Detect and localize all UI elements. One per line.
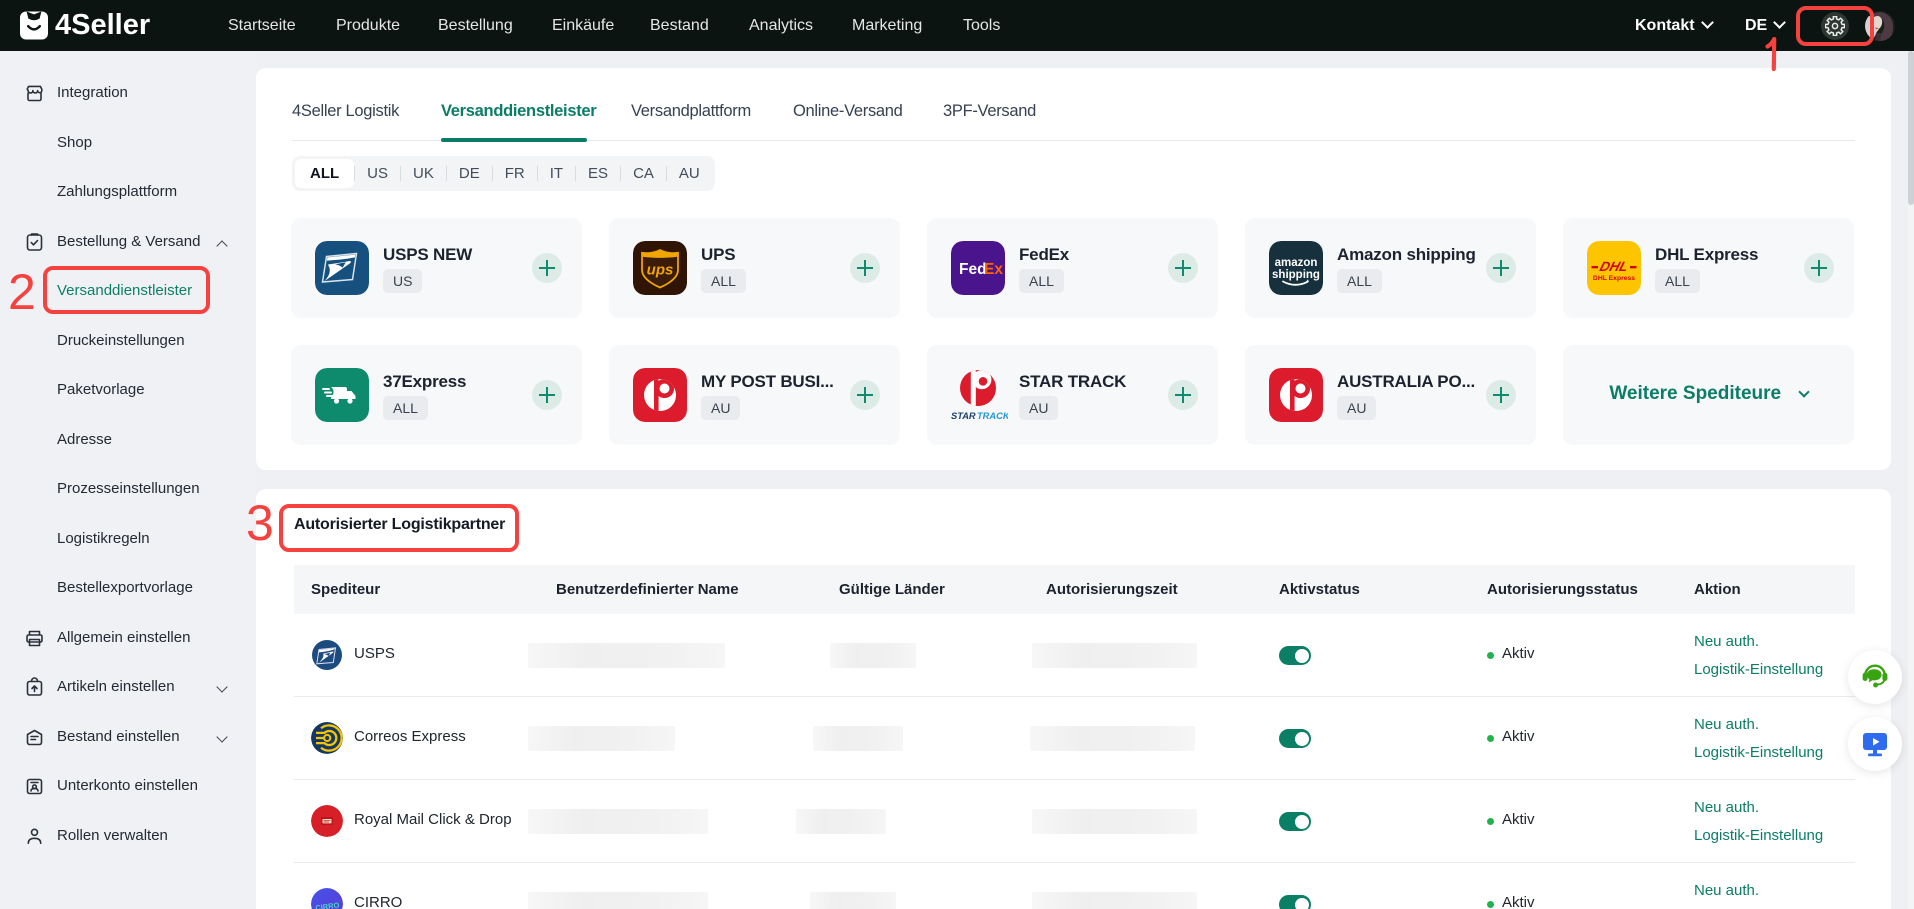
svg-text:Fed: Fed <box>959 261 987 278</box>
svg-text:amazon: amazon <box>1275 257 1318 269</box>
svg-text:TRACK: TRACK <box>977 411 1008 421</box>
svg-text:ups: ups <box>647 262 674 279</box>
svg-text:Ex: Ex <box>984 261 1003 278</box>
svg-text:shipping: shipping <box>1272 269 1320 281</box>
svg-text:DHL: DHL <box>1598 259 1630 274</box>
svg-text:STAR: STAR <box>951 411 976 421</box>
svg-text:DHL Express: DHL Express <box>1593 275 1635 282</box>
